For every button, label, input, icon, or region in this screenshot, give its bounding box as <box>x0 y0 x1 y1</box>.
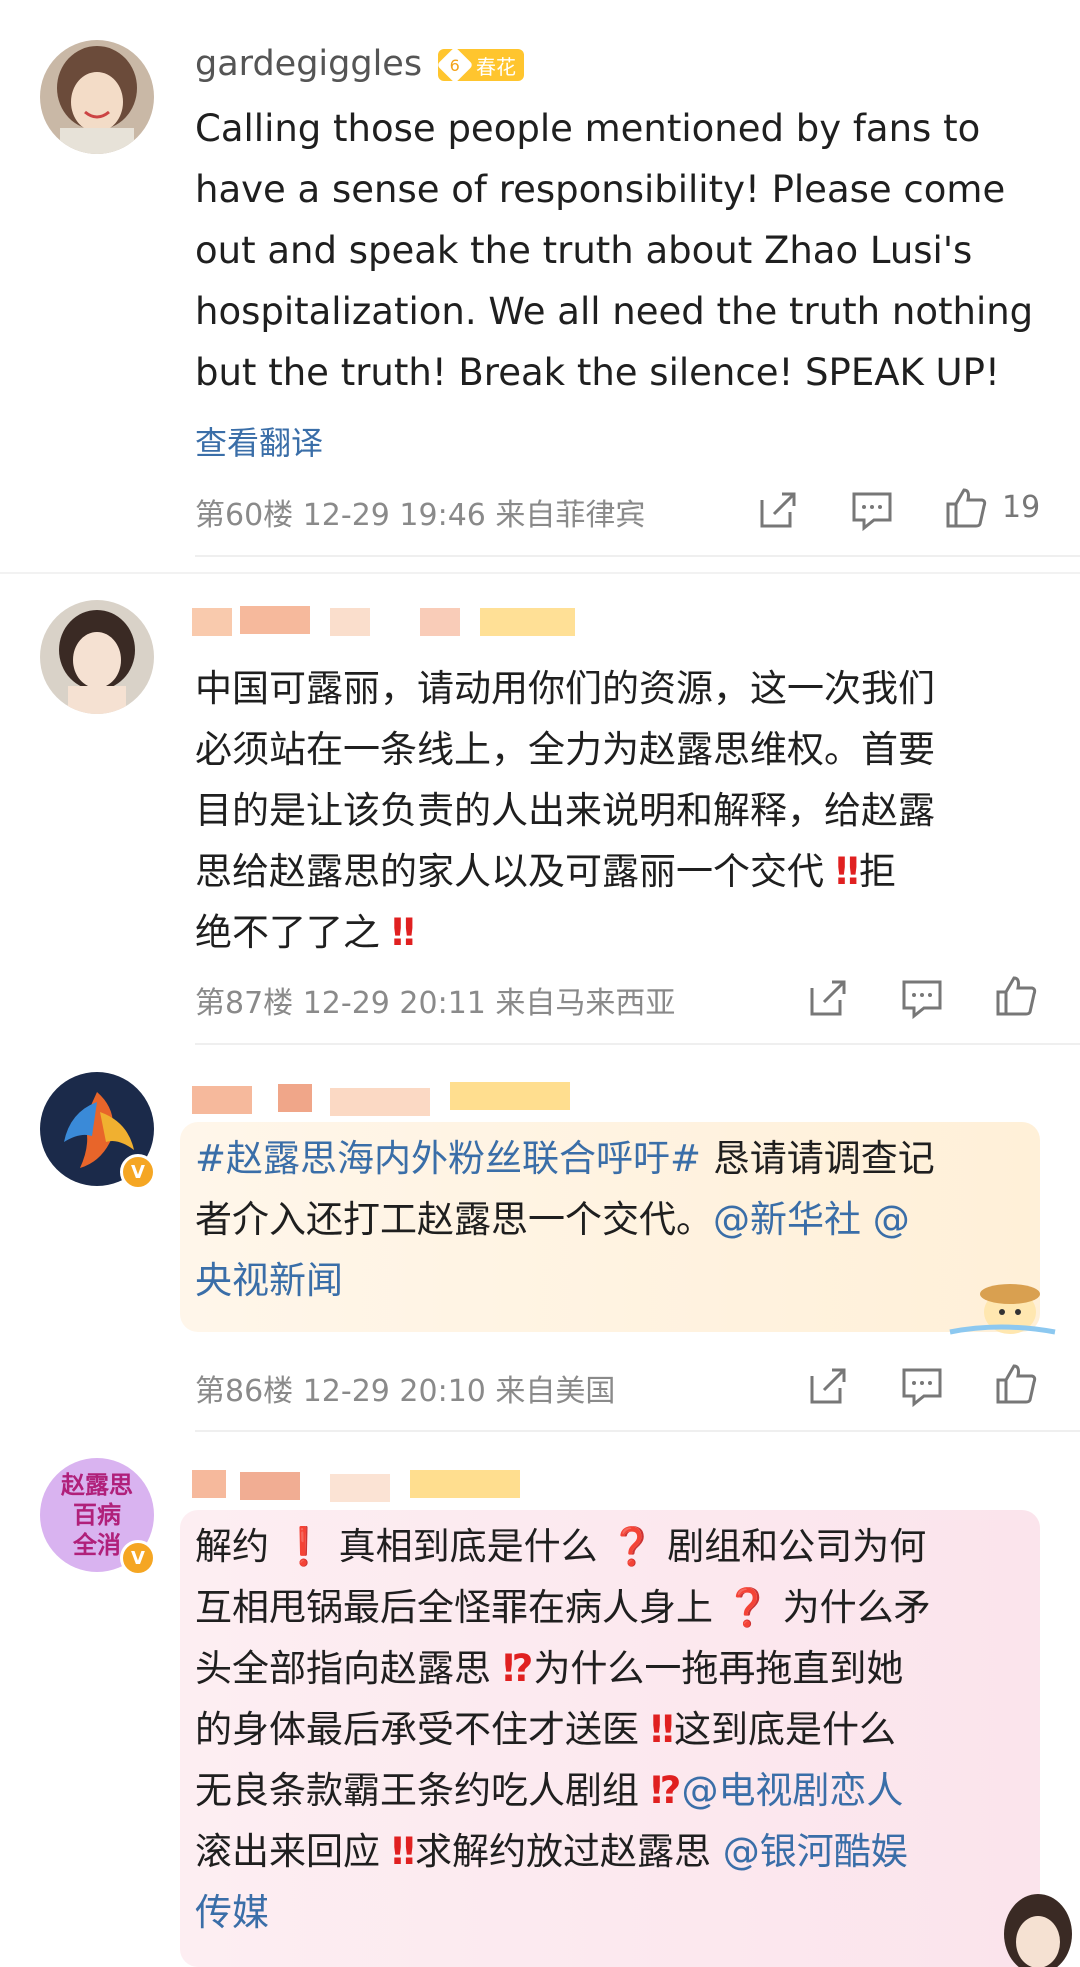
redaction <box>330 608 370 636</box>
text-line: 目的是让该负责的人出来说明和解释，给赵露 <box>195 789 935 832</box>
redaction <box>192 1086 252 1114</box>
comment-60: gardegiggles 6 春花 Calling those people m… <box>0 0 1080 574</box>
avatar[interactable] <box>40 600 154 714</box>
share-icon[interactable] <box>806 976 850 1020</box>
redaction <box>330 1088 430 1116</box>
redaction <box>192 608 232 636</box>
like-icon[interactable] <box>944 486 988 530</box>
comment-meta: 第86楼 12-29 20:10 来自美国 <box>195 1374 616 1409</box>
comment-meta: 第87楼 12-29 20:11 来自马来西亚 <box>195 986 676 1021</box>
mention-link[interactable]: 央视新闻 <box>195 1259 343 1302</box>
username[interactable]: gardegiggles <box>195 44 422 84</box>
translate-link[interactable]: 查看翻译 <box>195 418 323 464</box>
text-line: 绝不了了之 ‼ <box>195 911 415 954</box>
question-icon: ❓ <box>609 1525 656 1568</box>
text-line: 的身体最后承受不住才送医 ‼这到底是什么 <box>195 1708 896 1751</box>
exclamation-icon: ❗ <box>280 1525 327 1568</box>
like-icon[interactable] <box>994 1362 1038 1406</box>
double-exclamation-icon: ‼ <box>391 911 415 954</box>
redaction <box>420 608 460 636</box>
reply-icon[interactable] <box>850 488 894 532</box>
redaction <box>240 606 310 634</box>
level-badge: 6 春花 <box>436 46 524 84</box>
comment-text: 中国可露丽，请动用你们的资源，这一次我们 必须站在一条线上，全力为赵露思维权。首… <box>195 658 1045 963</box>
verified-badge-icon: V <box>120 1154 156 1190</box>
redaction <box>240 1472 300 1500</box>
mention-link[interactable]: @银河酷娱 <box>723 1830 908 1873</box>
redaction <box>480 608 575 636</box>
bubble-decoration-icon <box>1004 1894 1072 1967</box>
level-icon: 6 <box>436 46 474 84</box>
text-line: 无良条款霸王条约吃人剧组 ⁉@电视剧恋人 <box>195 1769 904 1812</box>
redaction <box>410 1470 520 1498</box>
reply-icon[interactable] <box>900 1364 944 1408</box>
double-exclamation-icon: ‼ <box>391 1830 415 1873</box>
interrobang-icon: ⁉ <box>650 1769 682 1812</box>
mention-link[interactable]: @ <box>873 1198 910 1241</box>
comment-text: 解约 ❗ 真相到底是什么 ❓ 剧组和公司为何 互相甩锅最后全怪罪在病人身上 ❓ … <box>195 1516 1045 1943</box>
interrobang-icon: ⁉ <box>502 1647 534 1690</box>
text-line: 头全部指向赵露思 ⁉为什么一拖再拖直到她 <box>195 1647 904 1690</box>
redaction <box>192 1470 226 1498</box>
mention-link[interactable]: @电视剧恋人 <box>681 1769 903 1812</box>
hashtag-link[interactable]: #赵露思海内外粉丝联合呼吁# <box>195 1137 701 1180</box>
like-icon[interactable] <box>994 974 1038 1018</box>
avatar[interactable] <box>40 40 154 154</box>
reply-icon[interactable] <box>900 976 944 1020</box>
divider <box>195 1430 1080 1432</box>
verified-badge-icon: V <box>120 1540 156 1576</box>
question-icon: ❓ <box>724 1586 771 1629</box>
text-line: 者介入还打工赵露思一个交代。@新华社 @ <box>195 1198 910 1241</box>
fan-badge-label: 春花 <box>476 54 516 79</box>
comment-meta: 第60楼 12-29 19:46 来自菲律宾 <box>195 498 646 533</box>
text-line: 滚出来回应 ‼求解约放过赵露思 @银河酷娱 <box>195 1830 908 1873</box>
like-count: 19 <box>1002 490 1041 525</box>
double-exclamation-icon: ‼ <box>835 850 859 893</box>
share-icon[interactable] <box>806 1364 850 1408</box>
text-line: 解约 ❗ 真相到底是什么 ❓ 剧组和公司为何 <box>195 1525 927 1568</box>
redaction <box>450 1082 570 1110</box>
double-exclamation-icon: ‼ <box>650 1708 674 1751</box>
text-line: 必须站在一条线上，全力为赵露思维权。首要 <box>195 728 935 771</box>
section-divider <box>0 572 1080 574</box>
comment-text: #赵露思海内外粉丝联合呼吁# 恳请请调查记 者介入还打工赵露思一个交代。@新华社… <box>195 1128 1045 1311</box>
avatar-text: 赵露思 百病 全消 <box>61 1471 133 1559</box>
redaction <box>278 1084 312 1112</box>
share-icon[interactable] <box>756 488 800 532</box>
comment-text: Calling those people mentioned by fans t… <box>195 107 1034 394</box>
text-line: 央视新闻 <box>195 1250 1045 1311</box>
divider <box>195 555 1080 557</box>
text-line: 中国可露丽，请动用你们的资源，这一次我们 <box>195 667 935 710</box>
text-line: #赵露思海内外粉丝联合呼吁# 恳请请调查记 <box>195 1137 935 1180</box>
text-line: 互相甩锅最后全怪罪在病人身上 ❓ 为什么矛 <box>195 1586 931 1629</box>
redaction <box>330 1474 390 1502</box>
text-line: 思给赵露思的家人以及可露丽一个交代 ‼拒 <box>195 850 896 893</box>
text-line: 传媒 <box>195 1882 1045 1943</box>
bubble-decoration-icon <box>949 1284 1056 1335</box>
divider <box>195 1043 1080 1045</box>
mention-link[interactable]: 传媒 <box>195 1891 269 1934</box>
mention-link[interactable]: @新华社 <box>713 1198 861 1241</box>
